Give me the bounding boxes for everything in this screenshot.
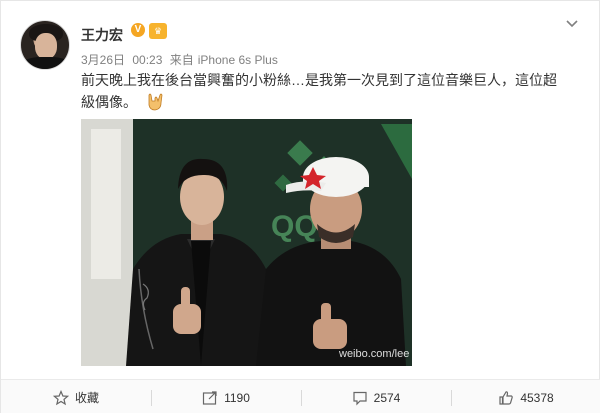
favorite-button[interactable]: 收藏 <box>1 380 151 413</box>
favorite-label: 收藏 <box>74 391 99 405</box>
star-icon <box>52 389 69 405</box>
action-bar: 收藏 1190 2574 45378 <box>1 379 600 413</box>
post-time[interactable]: 00:23 <box>132 53 162 67</box>
verified-badge-icon: V <box>131 23 145 37</box>
username[interactable]: 王力宏 <box>81 25 123 45</box>
rock-hand-icon <box>148 93 163 111</box>
comment-count: 2574 <box>373 390 401 405</box>
thumbs-up-icon <box>499 390 514 405</box>
like-button[interactable]: 45378 <box>451 380 600 413</box>
post-meta: 3月26日 00:23 来自 iPhone 6s Plus <box>81 51 282 68</box>
watermark: weibo.com/lee <box>338 348 409 360</box>
source-device[interactable]: iPhone 6s Plus <box>198 53 278 67</box>
share-count: 1190 <box>224 390 250 405</box>
share-icon <box>202 390 217 405</box>
comment-icon <box>353 391 367 405</box>
photo-illustration: QQ音 weibo.com/lee <box>81 119 412 366</box>
avatar[interactable] <box>20 20 70 70</box>
weibo-post-card: 王力宏 V ♛ 3月26日 00:23 来自 iPhone 6s Plus 前天晚… <box>0 0 600 413</box>
chevron-down-icon[interactable] <box>563 15 581 33</box>
comment-button[interactable]: 2574 <box>301 380 451 413</box>
post-date[interactable]: 3月26日 <box>81 53 125 67</box>
post-photo[interactable]: QQ音 weibo.com/lee <box>81 119 412 366</box>
like-count: 45378 <box>520 390 554 405</box>
member-badge-icon: ♛ <box>149 23 167 39</box>
share-button[interactable]: 1190 <box>151 380 301 413</box>
source-prefix: 来自 <box>169 53 194 67</box>
post-text: 前天晚上我在後台當興奮的小粉絲…是我第一次見到了這位音樂巨人，這位超級偶像。 <box>81 69 561 113</box>
